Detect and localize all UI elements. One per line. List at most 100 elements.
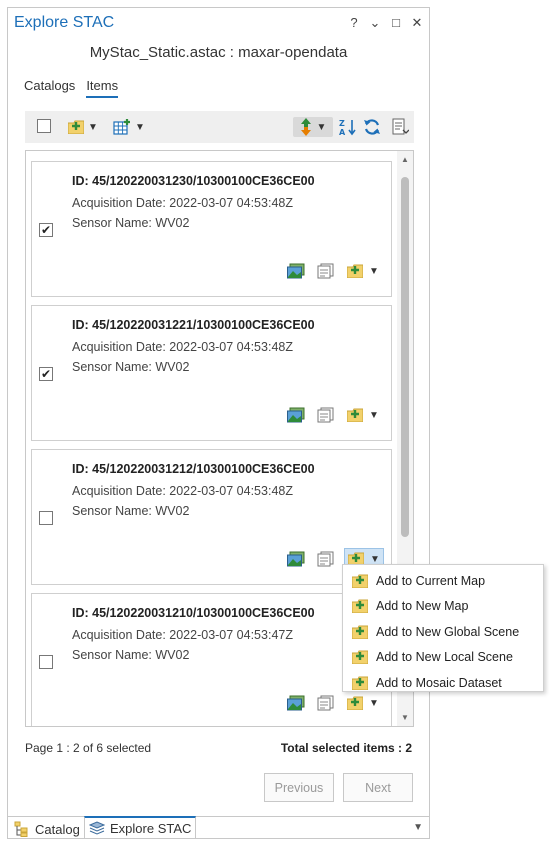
sort-az-button[interactable]: Z A <box>338 117 358 137</box>
add-folder-icon <box>347 696 363 710</box>
add-folder-icon <box>351 625 368 639</box>
menu-item-label: Add to Current Map <box>376 573 486 588</box>
next-button[interactable]: Next <box>343 773 413 802</box>
chevron-down-icon[interactable]: ▼ <box>413 822 423 833</box>
pane-title: Explore STAC <box>14 14 115 31</box>
item-sensor-name: Sensor Name: WV02 <box>72 504 190 518</box>
menu-item-add-to-current-map[interactable]: Add to Current Map <box>343 568 543 594</box>
tab-explore-stac-label: Explore STAC <box>110 820 192 836</box>
footprint-grid-icon <box>113 119 131 135</box>
item-card: ✔ ID: 45/120220031230/10300100CE36CE00 A… <box>31 161 392 297</box>
item-actions: ▼ <box>286 260 382 282</box>
items-toolbar: ▼ ▼ ▼ Z A <box>25 111 414 143</box>
window-buttons: ? ⌄ □ ✕ <box>348 15 423 31</box>
item-id: ID: 45/120220031210/10300100CE36CE00 <box>72 606 315 620</box>
item-checkbox[interactable] <box>39 655 53 669</box>
add-dropdown-button[interactable]: ▼ <box>65 117 101 137</box>
item-checkbox[interactable]: ✔ <box>39 367 53 381</box>
menu-item-add-to-new-global-scene[interactable]: Add to New Global Scene <box>343 619 543 645</box>
thumbnail-icon <box>287 695 305 711</box>
thumbnail-icon <box>287 263 305 279</box>
item-card: ID: 45/120220031212/10300100CE36CE00 Acq… <box>31 449 392 585</box>
refresh-icon <box>364 119 380 135</box>
connection-title: MyStac_Static.astac : maxar-opendata <box>89 44 348 61</box>
item-sensor-name: Sensor Name: WV02 <box>72 648 190 662</box>
bottom-tab-strip: Catalog Explore STAC ▼ <box>8 816 429 840</box>
add-footprint-dropdown-button[interactable]: ▼ <box>111 117 147 137</box>
thumbnail-icon <box>287 407 305 423</box>
chevron-down-icon: ▼ <box>370 553 380 565</box>
scroll-up-icon[interactable]: ▲ <box>397 155 413 164</box>
item-actions: ▼ <box>286 404 382 426</box>
scroll-thumb[interactable] <box>401 177 409 537</box>
menu-item-add-to-new-local-scene[interactable]: Add to New Local Scene <box>343 645 543 671</box>
scroll-down-icon[interactable]: ▼ <box>397 713 413 722</box>
previous-button[interactable]: Previous <box>264 773 334 802</box>
page-status: Page 1 : 2 of 6 selected <box>25 741 152 755</box>
metadata-icon <box>317 263 334 279</box>
view-metadata-button[interactable] <box>316 549 336 569</box>
chevron-down-icon: ▼ <box>135 121 145 133</box>
view-thumbnail-button[interactable] <box>286 405 306 425</box>
tab-strip: Catalogs Items <box>24 78 119 98</box>
item-sensor-name: Sensor Name: WV02 <box>72 216 190 230</box>
explore-stac-icon <box>89 821 105 835</box>
add-to-map-dropdown[interactable]: ▼ <box>344 260 382 282</box>
add-folder-icon <box>351 574 368 588</box>
add-to-map-dropdown[interactable]: ▼ <box>344 404 382 426</box>
item-acquisition-date: Acquisition Date: 2022-03-07 04:53:48Z <box>72 196 293 210</box>
menu-item-label: Add to New Map <box>376 599 469 614</box>
item-acquisition-date: Acquisition Date: 2022-03-07 04:53:47Z <box>72 628 293 642</box>
sort-arrows-icon <box>300 118 311 136</box>
add-to-dropdown-menu: Add to Current Map Add to New Map Add to… <box>342 564 544 692</box>
svg-text:Z: Z <box>339 119 345 128</box>
svg-text:A: A <box>339 128 346 136</box>
pane-menu-button[interactable]: ⌄ <box>369 15 381 31</box>
menu-item-label: Add to New Local Scene <box>376 650 513 665</box>
item-checkbox[interactable] <box>39 511 53 525</box>
chevron-down-icon: ▼ <box>369 265 379 277</box>
thumbnail-icon <box>287 551 305 567</box>
item-id: ID: 45/120220031221/10300100CE36CE00 <box>72 318 315 332</box>
item-acquisition-date: Acquisition Date: 2022-03-07 04:53:48Z <box>72 484 293 498</box>
view-thumbnail-button[interactable] <box>286 549 306 569</box>
tab-catalog[interactable]: Catalog <box>10 819 84 839</box>
add-folder-icon <box>351 676 368 690</box>
item-id: ID: 45/120220031230/10300100CE36CE00 <box>72 174 315 188</box>
refresh-button[interactable] <box>361 117 383 137</box>
view-thumbnail-button[interactable] <box>286 261 306 281</box>
options-button[interactable] <box>389 117 411 137</box>
item-card: ✔ ID: 45/120220031221/10300100CE36CE00 A… <box>31 305 392 441</box>
chevron-down-icon: ▼ <box>88 121 98 133</box>
menu-item-label: Add to Mosaic Dataset <box>376 675 502 690</box>
sort-order-dropdown[interactable]: ▼ <box>293 117 333 137</box>
add-folder-icon <box>351 599 368 614</box>
view-thumbnail-button[interactable] <box>286 693 306 713</box>
close-button[interactable]: ✕ <box>411 15 423 31</box>
tab-catalogs[interactable]: Catalogs <box>24 78 75 98</box>
view-metadata-button[interactable] <box>316 261 336 281</box>
item-acquisition-date: Acquisition Date: 2022-03-07 04:53:48Z <box>72 340 293 354</box>
item-checkbox[interactable]: ✔ <box>39 223 53 237</box>
menu-item-add-to-new-map[interactable]: Add to New Map <box>343 594 543 620</box>
help-button[interactable]: ? <box>348 15 360 31</box>
add-folder-icon <box>347 408 363 422</box>
item-card: ID: 45/120220031210/10300100CE36CE00 Acq… <box>31 593 392 726</box>
chevron-down-icon: ▼ <box>316 121 327 133</box>
tab-items[interactable]: Items <box>86 78 119 98</box>
maximize-button[interactable]: □ <box>390 15 402 31</box>
metadata-icon <box>317 695 334 711</box>
list-options-icon <box>392 118 409 135</box>
metadata-icon <box>317 407 334 423</box>
view-metadata-button[interactable] <box>316 693 336 713</box>
chevron-down-icon: ▼ <box>369 697 379 709</box>
menu-item-label: Add to New Global Scene <box>376 624 520 639</box>
menu-item-add-to-mosaic-dataset[interactable]: Add to Mosaic Dataset <box>343 670 543 696</box>
tab-explore-stac[interactable]: Explore STAC <box>84 816 197 839</box>
sort-az-icon: Z A <box>339 119 356 136</box>
view-metadata-button[interactable] <box>316 405 336 425</box>
total-selected: Total selected items : 2 <box>280 741 412 755</box>
tab-catalog-label: Catalog <box>35 821 80 837</box>
select-all-checkbox[interactable] <box>37 119 51 133</box>
catalog-icon <box>14 821 28 837</box>
